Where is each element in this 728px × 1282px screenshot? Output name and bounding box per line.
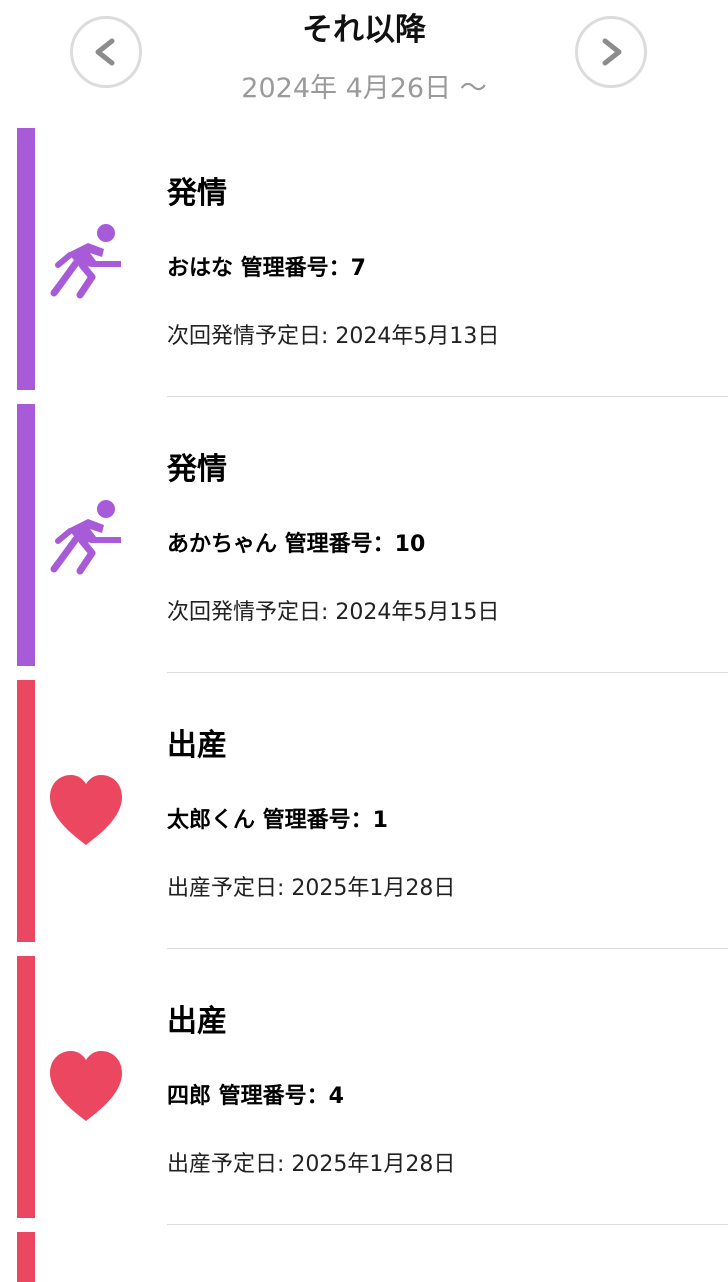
category-bar [17, 956, 35, 1218]
chevron-right-icon [602, 38, 622, 66]
row-divider [167, 396, 728, 397]
event-row[interactable]: 出産 太郎くん 管理番号：1 出産予定日: 2025年1月28日 [0, 680, 728, 956]
heart-icon [46, 1047, 126, 1127]
event-row[interactable]: 発情 おはな 管理番号：7 次回発情予定日: 2024年5月13日 [0, 128, 728, 404]
event-title: 出産 [167, 728, 227, 763]
event-row[interactable] [0, 1232, 728, 1282]
category-bar [17, 128, 35, 390]
next-period-button[interactable] [575, 16, 647, 88]
animal-name: 太郎くん 管理番号：1 [167, 808, 388, 833]
event-list: 発情 おはな 管理番号：7 次回発情予定日: 2024年5月13日 発情 あかち… [0, 128, 728, 1282]
header: それ以降 2024年 4月26日 〜 [0, 0, 728, 118]
animal-name: 四郎 管理番号：4 [167, 1084, 344, 1109]
event-title: 発情 [167, 452, 227, 487]
event-title: 発情 [167, 176, 227, 211]
person-pushing-icon [46, 495, 126, 575]
event-date: 出産予定日: 2025年1月28日 [167, 1152, 456, 1177]
animal-name: おはな 管理番号：7 [167, 256, 366, 281]
event-date: 出産予定日: 2025年1月28日 [167, 876, 456, 901]
category-bar [17, 1232, 35, 1282]
row-divider [167, 1224, 728, 1225]
person-pushing-icon [46, 219, 126, 299]
event-row[interactable]: 発情 あかちゃん 管理番号：10 次回発情予定日: 2024年5月15日 [0, 404, 728, 680]
event-row[interactable]: 出産 四郎 管理番号：4 出産予定日: 2025年1月28日 [0, 956, 728, 1232]
row-divider [167, 948, 728, 949]
event-date: 次回発情予定日: 2024年5月15日 [167, 600, 500, 625]
event-date: 次回発情予定日: 2024年5月13日 [167, 324, 500, 349]
row-divider [167, 672, 728, 673]
event-title: 出産 [167, 1004, 227, 1039]
category-bar [17, 680, 35, 942]
heart-icon [46, 771, 126, 851]
category-bar [17, 404, 35, 666]
animal-name: あかちゃん 管理番号：10 [167, 532, 426, 557]
